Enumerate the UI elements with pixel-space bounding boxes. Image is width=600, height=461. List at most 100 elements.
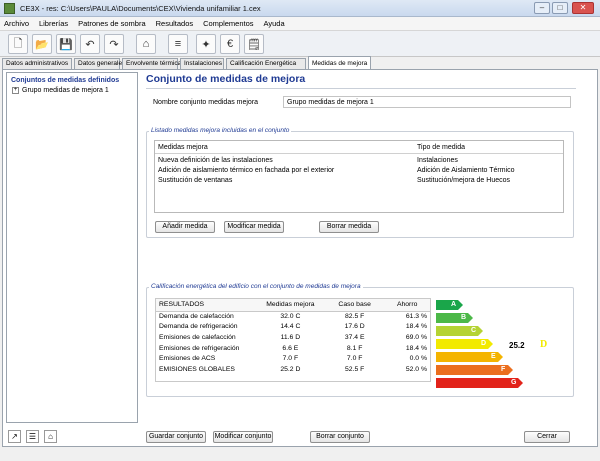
table-row: Demanda de refrigeración 14.4 C 17.6 D 1… xyxy=(156,322,430,333)
table-row: EMISIONES GLOBALES 25.2 D 52.5 F 52.0 % xyxy=(156,364,430,375)
energy-arrow-letter: C xyxy=(471,327,477,334)
menu-librerias[interactable]: Librerías xyxy=(35,17,72,30)
menu-bar: Archivo Librerías Patrones de sombra Res… xyxy=(0,17,600,31)
window-title: CE3X - res: C:\Users\PAULA\Documents\CEX… xyxy=(20,4,261,13)
add-measure-button[interactable]: Añadir medida xyxy=(155,221,215,233)
result-savings: 69.0 % xyxy=(405,333,427,341)
result-improved: 25.2 D xyxy=(280,365,301,373)
wand-tool-icon[interactable]: ↗ xyxy=(8,430,21,443)
modify-measure-button[interactable]: Modificar medida xyxy=(224,221,284,233)
list-row-measure[interactable]: Sustitución de ventanas xyxy=(158,177,232,184)
redo-icon[interactable]: ↷ xyxy=(104,34,124,54)
new-document-icon[interactable]: 🗋 xyxy=(8,34,28,54)
result-improved: 7.0 F xyxy=(282,355,299,363)
save-set-button[interactable]: Guardar conjunto xyxy=(146,431,206,443)
table-row: Emisiones de ACS 7.0 F 7.0 F 0.0 % xyxy=(156,353,430,364)
result-base: 52.5 F xyxy=(345,365,365,373)
table-row: Emisiones de calefacción 11.6 D 37.4 E 6… xyxy=(156,332,430,343)
tree-item-grupo-1[interactable]: Grupo medidas de mejora 1 xyxy=(22,87,109,94)
tab-datos-administrativos[interactable]: Datos administrativos xyxy=(2,58,72,69)
results-table: RESULTADOS Medidas mejora Caso base Ahor… xyxy=(156,299,430,375)
open-folder-icon[interactable]: 📂 xyxy=(32,34,52,54)
result-savings: 52.0 % xyxy=(405,365,427,373)
result-improved: 11.6 D xyxy=(280,333,301,341)
list-header-type: Tipo de medida xyxy=(417,144,465,151)
result-label: Emisiones de calefacción xyxy=(159,333,236,341)
building-tool-icon[interactable]: ⌂ xyxy=(44,430,57,443)
menu-patrones-sombra[interactable]: Patrones de sombra xyxy=(74,17,150,30)
results-header: Caso base xyxy=(325,299,385,312)
note-icon[interactable]: 🗒 xyxy=(244,34,264,54)
result-label: Demanda de refrigeración xyxy=(159,323,238,331)
app-icon xyxy=(4,3,15,14)
close-window-button[interactable]: ✕ xyxy=(572,2,594,14)
delete-measure-button[interactable]: Borrar medida xyxy=(319,221,379,233)
result-base: 8.1 F xyxy=(346,344,363,352)
tree-title: Conjuntos de medidas definidos xyxy=(11,77,120,84)
tree-expand-icon[interactable]: + xyxy=(12,87,19,94)
result-improved: 32.0 C xyxy=(280,313,301,321)
tab-datos-generales[interactable]: Datos generales xyxy=(74,58,125,69)
energy-arrow-letter: F xyxy=(501,366,506,373)
measures-list-title: Listado medidas mejora incluidas en el c… xyxy=(149,127,292,134)
energy-arrow-letter: G xyxy=(511,379,517,386)
delete-set-button[interactable]: Borrar conjunto xyxy=(310,431,370,443)
results-header: Medidas mejora xyxy=(255,299,325,312)
result-savings: 18.4 % xyxy=(405,344,427,352)
page-title: Conjunto de medidas de mejora xyxy=(146,73,306,85)
results-header-row: RESULTADOS Medidas mejora Caso base Ahor… xyxy=(156,299,430,312)
result-label: EMISIONES GLOBALES xyxy=(159,365,235,373)
result-label: Emisiones de ACS xyxy=(159,355,216,363)
energy-arrow-letter: D xyxy=(481,340,487,347)
tab-envolvente-termica[interactable]: Envolvente térmica xyxy=(122,58,181,69)
tab-instalaciones[interactable]: Instalaciones xyxy=(180,58,224,69)
energy-arrow-letter: B xyxy=(461,314,467,321)
result-savings: 0.0 % xyxy=(409,355,427,363)
table-row: Emisiones de refrigeración 6.6 E 8.1 F 1… xyxy=(156,343,430,354)
list-row-type[interactable]: Sustitución/mejora de Huecos xyxy=(417,177,510,184)
result-base: 7.0 F xyxy=(346,355,363,363)
energy-arrow-letter: E xyxy=(491,353,496,360)
results-table-box: RESULTADOS Medidas mejora Caso base Ahor… xyxy=(155,298,431,382)
tab-medidas-de-mejora[interactable]: Medidas de mejora xyxy=(308,56,371,70)
result-improved: 14.4 C xyxy=(280,323,301,331)
magic-wand-icon[interactable]: ✦ xyxy=(196,34,216,54)
result-letter: D xyxy=(540,339,548,350)
layers-icon[interactable]: ≡ xyxy=(168,34,188,54)
modify-set-button[interactable]: Modificar conjunto xyxy=(213,431,273,443)
result-value: 25.2 xyxy=(509,341,525,350)
maximize-button[interactable]: □ xyxy=(552,2,568,14)
list-tool-icon[interactable]: ☰ xyxy=(26,430,39,443)
result-label: Emisiones de refrigeración xyxy=(159,344,240,352)
results-header: RESULTADOS xyxy=(156,299,256,312)
name-label: Nombre conjunto medidas mejora xyxy=(153,99,259,106)
euro-icon[interactable]: € xyxy=(220,34,240,54)
result-label: Demanda de calefacción xyxy=(159,313,234,321)
menu-complementos[interactable]: Complementos xyxy=(199,17,257,30)
table-row: Demanda de calefacción 32.0 C 82.5 F 61.… xyxy=(156,311,430,322)
result-base: 82.5 F xyxy=(345,313,365,321)
measures-tree-panel: Conjuntos de medidas definidos + Grupo m… xyxy=(6,72,138,423)
minimize-button[interactable]: – xyxy=(534,2,550,14)
list-row-type[interactable]: Adición de Aislamiento Térmico xyxy=(417,167,515,174)
tab-calificacion-energetica[interactable]: Calificación Energética xyxy=(226,58,306,69)
building-icon[interactable]: ⌂ xyxy=(136,34,156,54)
list-header-divider xyxy=(155,153,563,154)
list-row-type[interactable]: Instalaciones xyxy=(417,157,458,164)
undo-icon[interactable]: ↶ xyxy=(80,34,100,54)
result-savings: 61.3 % xyxy=(405,313,427,321)
measures-list[interactable]: Medidas mejora Tipo de medida Nueva defi… xyxy=(154,140,564,213)
set-name-field[interactable]: Grupo medidas de mejora 1 xyxy=(283,96,571,108)
list-row-measure[interactable]: Adición de aislamiento térmico en fachad… xyxy=(158,167,334,174)
result-savings: 18.4 % xyxy=(405,323,427,331)
toolbar: 🗋 📂 💾 ↶ ↷ ⌂ ≡ ✦ € 🗒 xyxy=(0,31,600,57)
menu-ayuda[interactable]: Ayuda xyxy=(260,17,289,30)
energy-arrow-letter: A xyxy=(451,301,457,308)
menu-archivo[interactable]: Archivo xyxy=(0,17,33,30)
menu-resultados[interactable]: Resultados xyxy=(152,17,198,30)
close-button[interactable]: Cerrar xyxy=(524,431,570,443)
list-row-measure[interactable]: Nueva definición de las instalaciones xyxy=(158,157,273,164)
list-header-measure: Medidas mejora xyxy=(158,144,208,151)
result-base: 17.6 D xyxy=(344,323,365,331)
save-icon[interactable]: 💾 xyxy=(56,34,76,54)
